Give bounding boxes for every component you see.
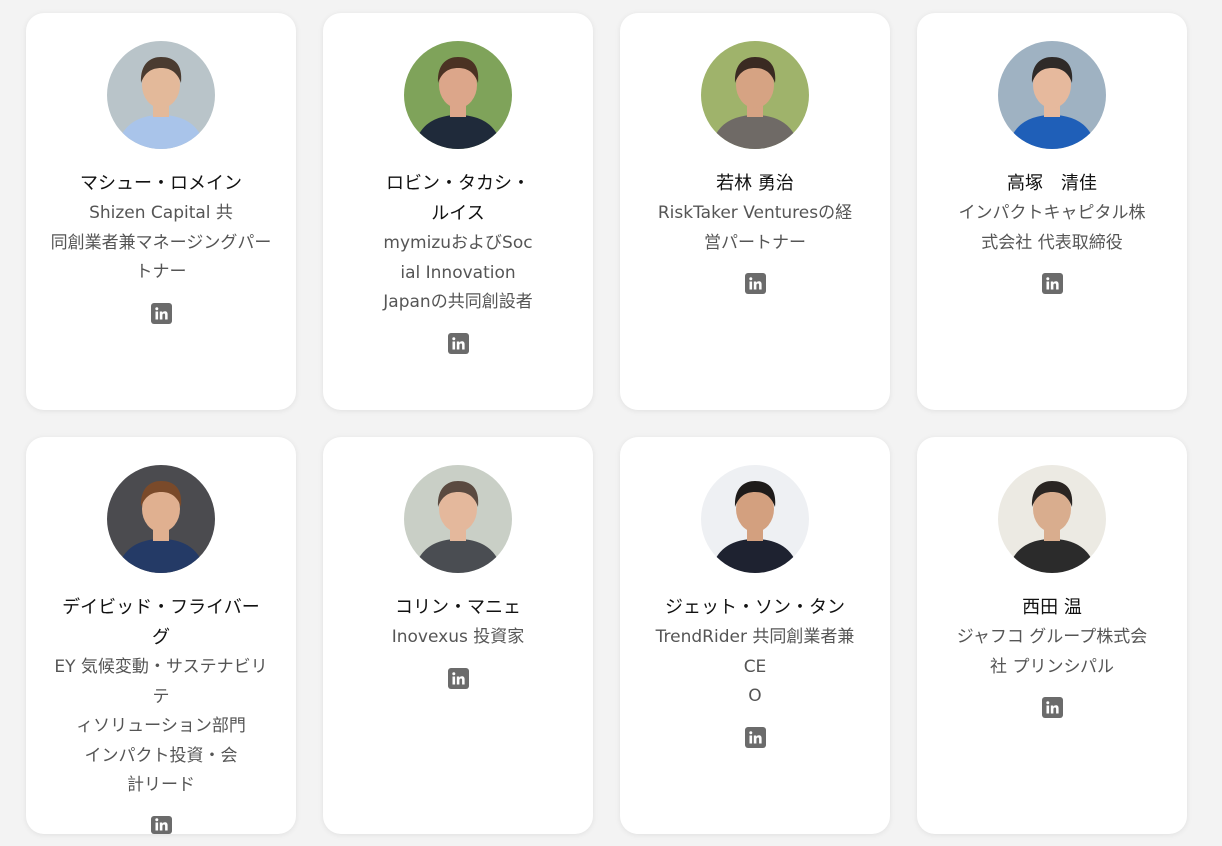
member-name: マシュー・ロメイン bbox=[80, 173, 242, 194]
team-member-card: マシュー・ロメイン Shizen Capital 共同創業者兼マネージングパートナ… bbox=[26, 13, 296, 410]
avatar bbox=[107, 465, 215, 573]
linkedin-icon[interactable] bbox=[447, 332, 469, 354]
member-role: RiskTaker Venturesの経 営パートナー bbox=[657, 203, 853, 253]
member-name: デイビッド・フライバーグ bbox=[62, 597, 260, 648]
team-member-card: 西田 温ジャフコ グループ株式会社 プリンシパル bbox=[917, 437, 1187, 834]
avatar bbox=[107, 41, 215, 149]
member-name: ジェット・ソン・タン bbox=[665, 597, 845, 618]
linkedin-icon[interactable] bbox=[447, 667, 469, 689]
member-role: インパクトキャピタル株 式会社 代表取締役 bbox=[958, 203, 1146, 253]
team-member-card: ロビン・タカシ・ ルイス mymizuおよびSoc ial Innovation Ja… bbox=[323, 13, 593, 410]
avatar bbox=[998, 41, 1106, 149]
avatar bbox=[404, 465, 512, 573]
team-member-card: コリン・マニェ Inovexus 投資家 bbox=[323, 437, 593, 834]
avatar bbox=[701, 465, 809, 573]
linkedin-icon[interactable] bbox=[1041, 273, 1063, 294]
member-name: 若林 勇治 bbox=[716, 173, 794, 194]
team-member-card: デイビッド・フライバーグ EY 気候変動・サステナビリテ ィソリューション部門 イン… bbox=[26, 437, 296, 834]
team-member-card: 高塚 清佳インパクトキャピタル株 式会社 代表取締役 bbox=[917, 13, 1187, 410]
member-role: mymizuおよびSoc ial Innovation Japanの共同創設者 bbox=[383, 233, 533, 312]
avatar bbox=[701, 41, 809, 149]
member-name: ロビン・タカシ・ ルイス bbox=[386, 173, 530, 224]
member-name: コリン・マニェ bbox=[395, 597, 521, 618]
linkedin-icon[interactable] bbox=[150, 302, 172, 324]
member-name: 西田 温 bbox=[1022, 597, 1082, 618]
linkedin-icon[interactable] bbox=[744, 726, 766, 748]
member-role: Inovexus 投資家 bbox=[391, 627, 525, 647]
team-grid: マシュー・ロメイン Shizen Capital 共同創業者兼マネージングパートナ… bbox=[26, 13, 1187, 834]
member-name: 高塚 清佳 bbox=[1007, 173, 1097, 194]
linkedin-icon[interactable] bbox=[1041, 697, 1063, 718]
member-role: TrendRider 共同創業者兼 CE O bbox=[655, 627, 855, 706]
avatar bbox=[404, 41, 512, 149]
team-member-card: ジェット・ソン・タン TrendRider 共同創業者兼 CE O bbox=[620, 437, 890, 834]
linkedin-icon[interactable] bbox=[744, 273, 766, 294]
member-role: EY 気候変動・サステナビリテ ィソリューション部門 インパクト投資・会 計リード bbox=[54, 657, 268, 795]
linkedin-icon[interactable] bbox=[150, 815, 172, 834]
member-role: ジャフコ グループ株式会社 プリンシパル bbox=[956, 627, 1148, 677]
team-member-card: 若林 勇治 RiskTaker Venturesの経 営パートナー bbox=[620, 13, 890, 410]
member-role: Shizen Capital 共同創業者兼マネージングパートナー bbox=[50, 203, 272, 282]
avatar bbox=[998, 465, 1106, 573]
